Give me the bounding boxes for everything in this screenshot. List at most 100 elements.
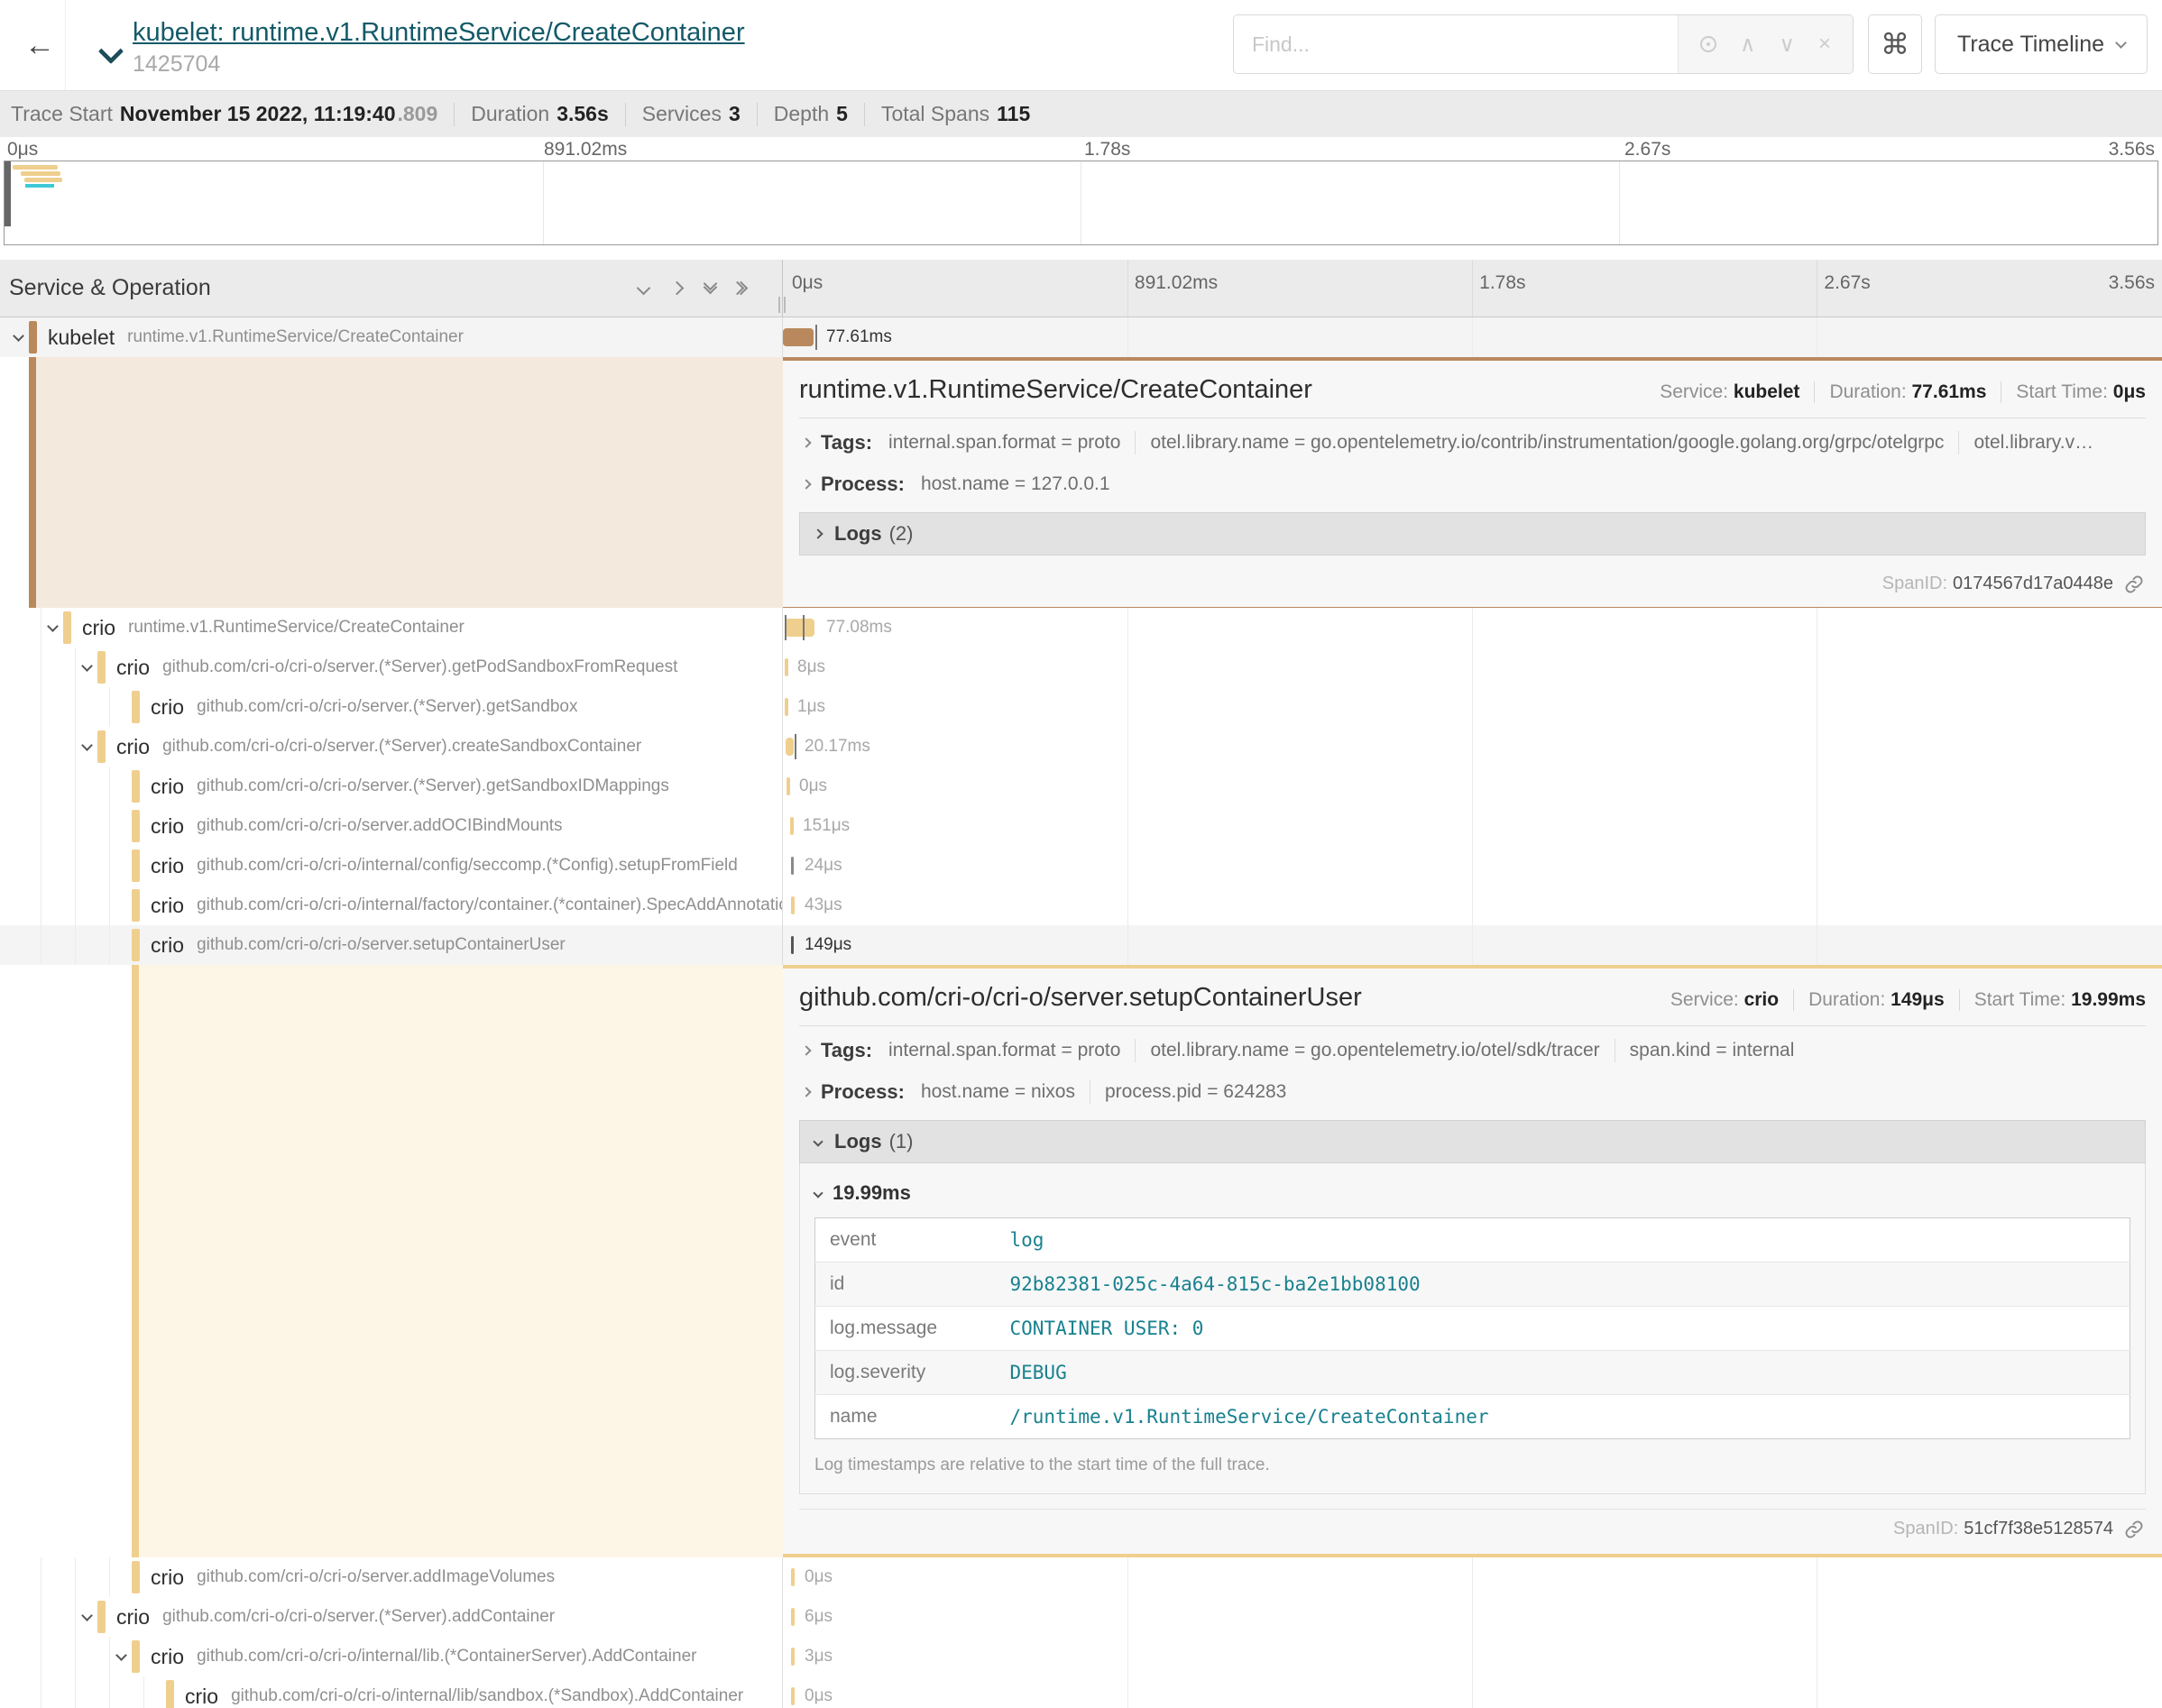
chevron-down-icon <box>81 660 93 672</box>
collapse-one-icon[interactable] <box>639 283 649 293</box>
find-clear-icon[interactable]: × <box>1818 32 1831 57</box>
trace-view-dropdown[interactable]: Trace Timeline <box>1935 14 2148 74</box>
back-button[interactable]: ← <box>14 20 65 70</box>
span-bar[interactable] <box>787 777 790 795</box>
span-bar[interactable] <box>783 328 814 346</box>
span-bar[interactable] <box>791 1608 795 1626</box>
chevron-down-icon <box>2115 37 2127 49</box>
chevron-down-icon <box>13 330 24 342</box>
chevron-down-icon <box>98 38 124 63</box>
row-chevron[interactable] <box>76 1614 97 1620</box>
log-fields-table: event log id 92b82381-025c-4a64-815c-ba2… <box>814 1217 2130 1439</box>
span-row-sandbox-addcontainer[interactable]: crio github.com/cri-o/cri-o/internal/lib… <box>0 1676 2162 1708</box>
trace-total-spans: Total Spans115 <box>881 102 1030 126</box>
span-row-addocibindmounts[interactable]: crio github.com/cri-o/cri-o/server.addOC… <box>0 806 2162 846</box>
span-row-addcontainer[interactable]: crio github.com/cri-o/cri-o/server.(*Ser… <box>0 1597 2162 1637</box>
process-row[interactable]: Process: host.name = nixos process.pid =… <box>799 1071 2146 1113</box>
log-field-row: id 92b82381-025c-4a64-815c-ba2e1bb08100 <box>815 1263 2130 1307</box>
chevron-down-icon <box>81 1610 93 1621</box>
trace-start: Trace Start November 15 2022, 11:19:40.8… <box>11 102 437 126</box>
span-bar[interactable] <box>791 857 794 875</box>
trace-title-link[interactable]: kubelet: runtime.v1.RuntimeService/Creat… <box>133 18 745 48</box>
span-bar[interactable] <box>785 619 814 637</box>
span-bar[interactable] <box>791 896 795 914</box>
trace-view-label: Trace Timeline <box>1957 32 2104 58</box>
span-bar[interactable] <box>790 817 794 835</box>
span-rows: kubelet runtime.v1.RuntimeService/Create… <box>0 317 2162 1708</box>
log-field-row: event log <box>815 1218 2130 1263</box>
copy-link-icon[interactable] <box>2124 1520 2144 1539</box>
span-row-seccomp-setupfromfield[interactable]: crio github.com/cri-o/cri-o/internal/con… <box>0 846 2162 886</box>
logs-accordion[interactable]: Logs(1) <box>799 1120 2146 1163</box>
spanid-label: SpanID: <box>1882 574 1947 594</box>
log-entry-toggle[interactable]: 19.99ms <box>814 1181 2130 1205</box>
copy-link-icon[interactable] <box>2124 574 2144 594</box>
expand-all-icon[interactable] <box>739 283 746 293</box>
span-row-getsandbox[interactable]: crio github.com/cri-o/cri-o/server.(*Ser… <box>0 687 2162 727</box>
tags-row[interactable]: Tags: internal.span.format = proto otel.… <box>799 422 2146 464</box>
log-field-row: name /runtime.v1.RuntimeService/CreateCo… <box>815 1395 2130 1439</box>
row-chevron[interactable] <box>7 335 29 340</box>
chevron-right-icon <box>801 1087 811 1097</box>
tags-row[interactable]: Tags: internal.span.format = proto otel.… <box>799 1030 2146 1071</box>
detail-title: github.com/cri-o/cri-o/server.setupConta… <box>799 983 1362 1013</box>
row-chevron[interactable] <box>41 625 63 630</box>
span-duration: 77.61ms <box>826 327 892 347</box>
span-bar[interactable] <box>791 1648 795 1666</box>
span-bar[interactable] <box>785 658 788 676</box>
span-row-containerserver-addcontainer[interactable]: crio github.com/cri-o/cri-o/internal/lib… <box>0 1637 2162 1676</box>
span-row-getsandboxidmappings[interactable]: crio github.com/cri-o/cri-o/server.(*Ser… <box>0 767 2162 806</box>
span-row-specaddannotations[interactable]: crio github.com/cri-o/cri-o/internal/fac… <box>0 886 2162 925</box>
span-bar[interactable] <box>786 738 794 756</box>
service-operation-header: Service & Operation <box>9 275 211 301</box>
minimap-span-bar <box>24 178 62 182</box>
span-row-crio-createcontainer[interactable]: crio runtime.v1.RuntimeService/CreateCon… <box>0 608 2162 647</box>
chevron-right-icon <box>801 437 811 447</box>
expand-one-icon[interactable] <box>672 283 682 293</box>
trace-minimap: 0μs 891.02ms 1.78s 2.67s 3.56s <box>0 137 2162 253</box>
minimap-span-bar <box>13 165 58 170</box>
service-color-bar <box>29 321 37 354</box>
timeline-tick-labels: 0μs 891.02ms 1.78s 2.67s 3.56s <box>783 260 2162 317</box>
top-bar: ← kubelet: runtime.v1.RuntimeService/Cre… <box>0 0 2162 90</box>
operation-name: runtime.v1.RuntimeService/CreateContaine… <box>127 327 464 347</box>
log-field-row: log.severity DEBUG <box>815 1351 2130 1395</box>
trace-duration: Duration3.56s <box>471 102 609 126</box>
row-chevron[interactable] <box>76 744 97 749</box>
span-row-getpodsandboxfromrequest[interactable]: crio github.com/cri-o/cri-o/server.(*Ser… <box>0 647 2162 687</box>
locate-icon[interactable] <box>1700 36 1716 52</box>
chevron-down-icon <box>47 620 59 632</box>
keyboard-shortcuts-button[interactable]: ⌘ <box>1868 14 1922 74</box>
find-input[interactable] <box>1234 15 1678 73</box>
minimap-canvas[interactable] <box>4 161 2158 245</box>
span-bar[interactable] <box>785 698 788 716</box>
span-detail-setupcontaineruser: github.com/cri-o/cri-o/server.setupConta… <box>0 965 2162 1557</box>
spanid-value: 51cf7f38e5128574 <box>1964 1519 2113 1539</box>
chevron-down-icon <box>813 1136 823 1146</box>
span-bar[interactable] <box>791 1687 795 1705</box>
find-prev-icon[interactable]: ∧ <box>1740 32 1756 58</box>
minimap-span-bar <box>21 171 60 176</box>
row-chevron[interactable] <box>110 1654 132 1659</box>
log-timestamps-note: Log timestamps are relative to the start… <box>814 1455 2130 1475</box>
minimap-tick-labels: 0μs 891.02ms 1.78s 2.67s 3.56s <box>0 137 2162 161</box>
span-row-kubelet-createcontainer[interactable]: kubelet runtime.v1.RuntimeService/Create… <box>0 317 2162 357</box>
detail-title: runtime.v1.RuntimeService/CreateContaine… <box>799 375 1312 405</box>
chevron-down-icon <box>813 1188 823 1198</box>
span-row-setupcontaineruser[interactable]: crio github.com/cri-o/cri-o/server.setup… <box>0 925 2162 965</box>
collapse-all-icon[interactable] <box>705 285 715 292</box>
trace-depth: Depth5 <box>774 102 848 126</box>
span-bar[interactable] <box>791 1568 795 1586</box>
minimap-left-handle[interactable] <box>5 161 11 226</box>
chevron-down-icon <box>81 739 93 751</box>
logs-accordion[interactable]: Logs(2) <box>799 512 2146 556</box>
span-row-createsandboxcontainer[interactable]: crio github.com/cri-o/cri-o/server.(*Ser… <box>0 727 2162 767</box>
find-next-icon[interactable]: ∨ <box>1779 32 1795 58</box>
span-bar[interactable] <box>791 936 794 954</box>
log-entries: 19.99ms event log id 92b82381-025c-4a64-… <box>799 1163 2146 1494</box>
process-row[interactable]: Process: host.name = 127.0.0.1 <box>799 464 2146 505</box>
span-row-addimagevolumes[interactable]: crio github.com/cri-o/cri-o/server.addIm… <box>0 1557 2162 1597</box>
collapse-trace-header-button[interactable] <box>102 42 120 65</box>
row-chevron[interactable] <box>76 665 97 670</box>
log-field-row: log.message CONTAINER USER: 0 <box>815 1307 2130 1351</box>
